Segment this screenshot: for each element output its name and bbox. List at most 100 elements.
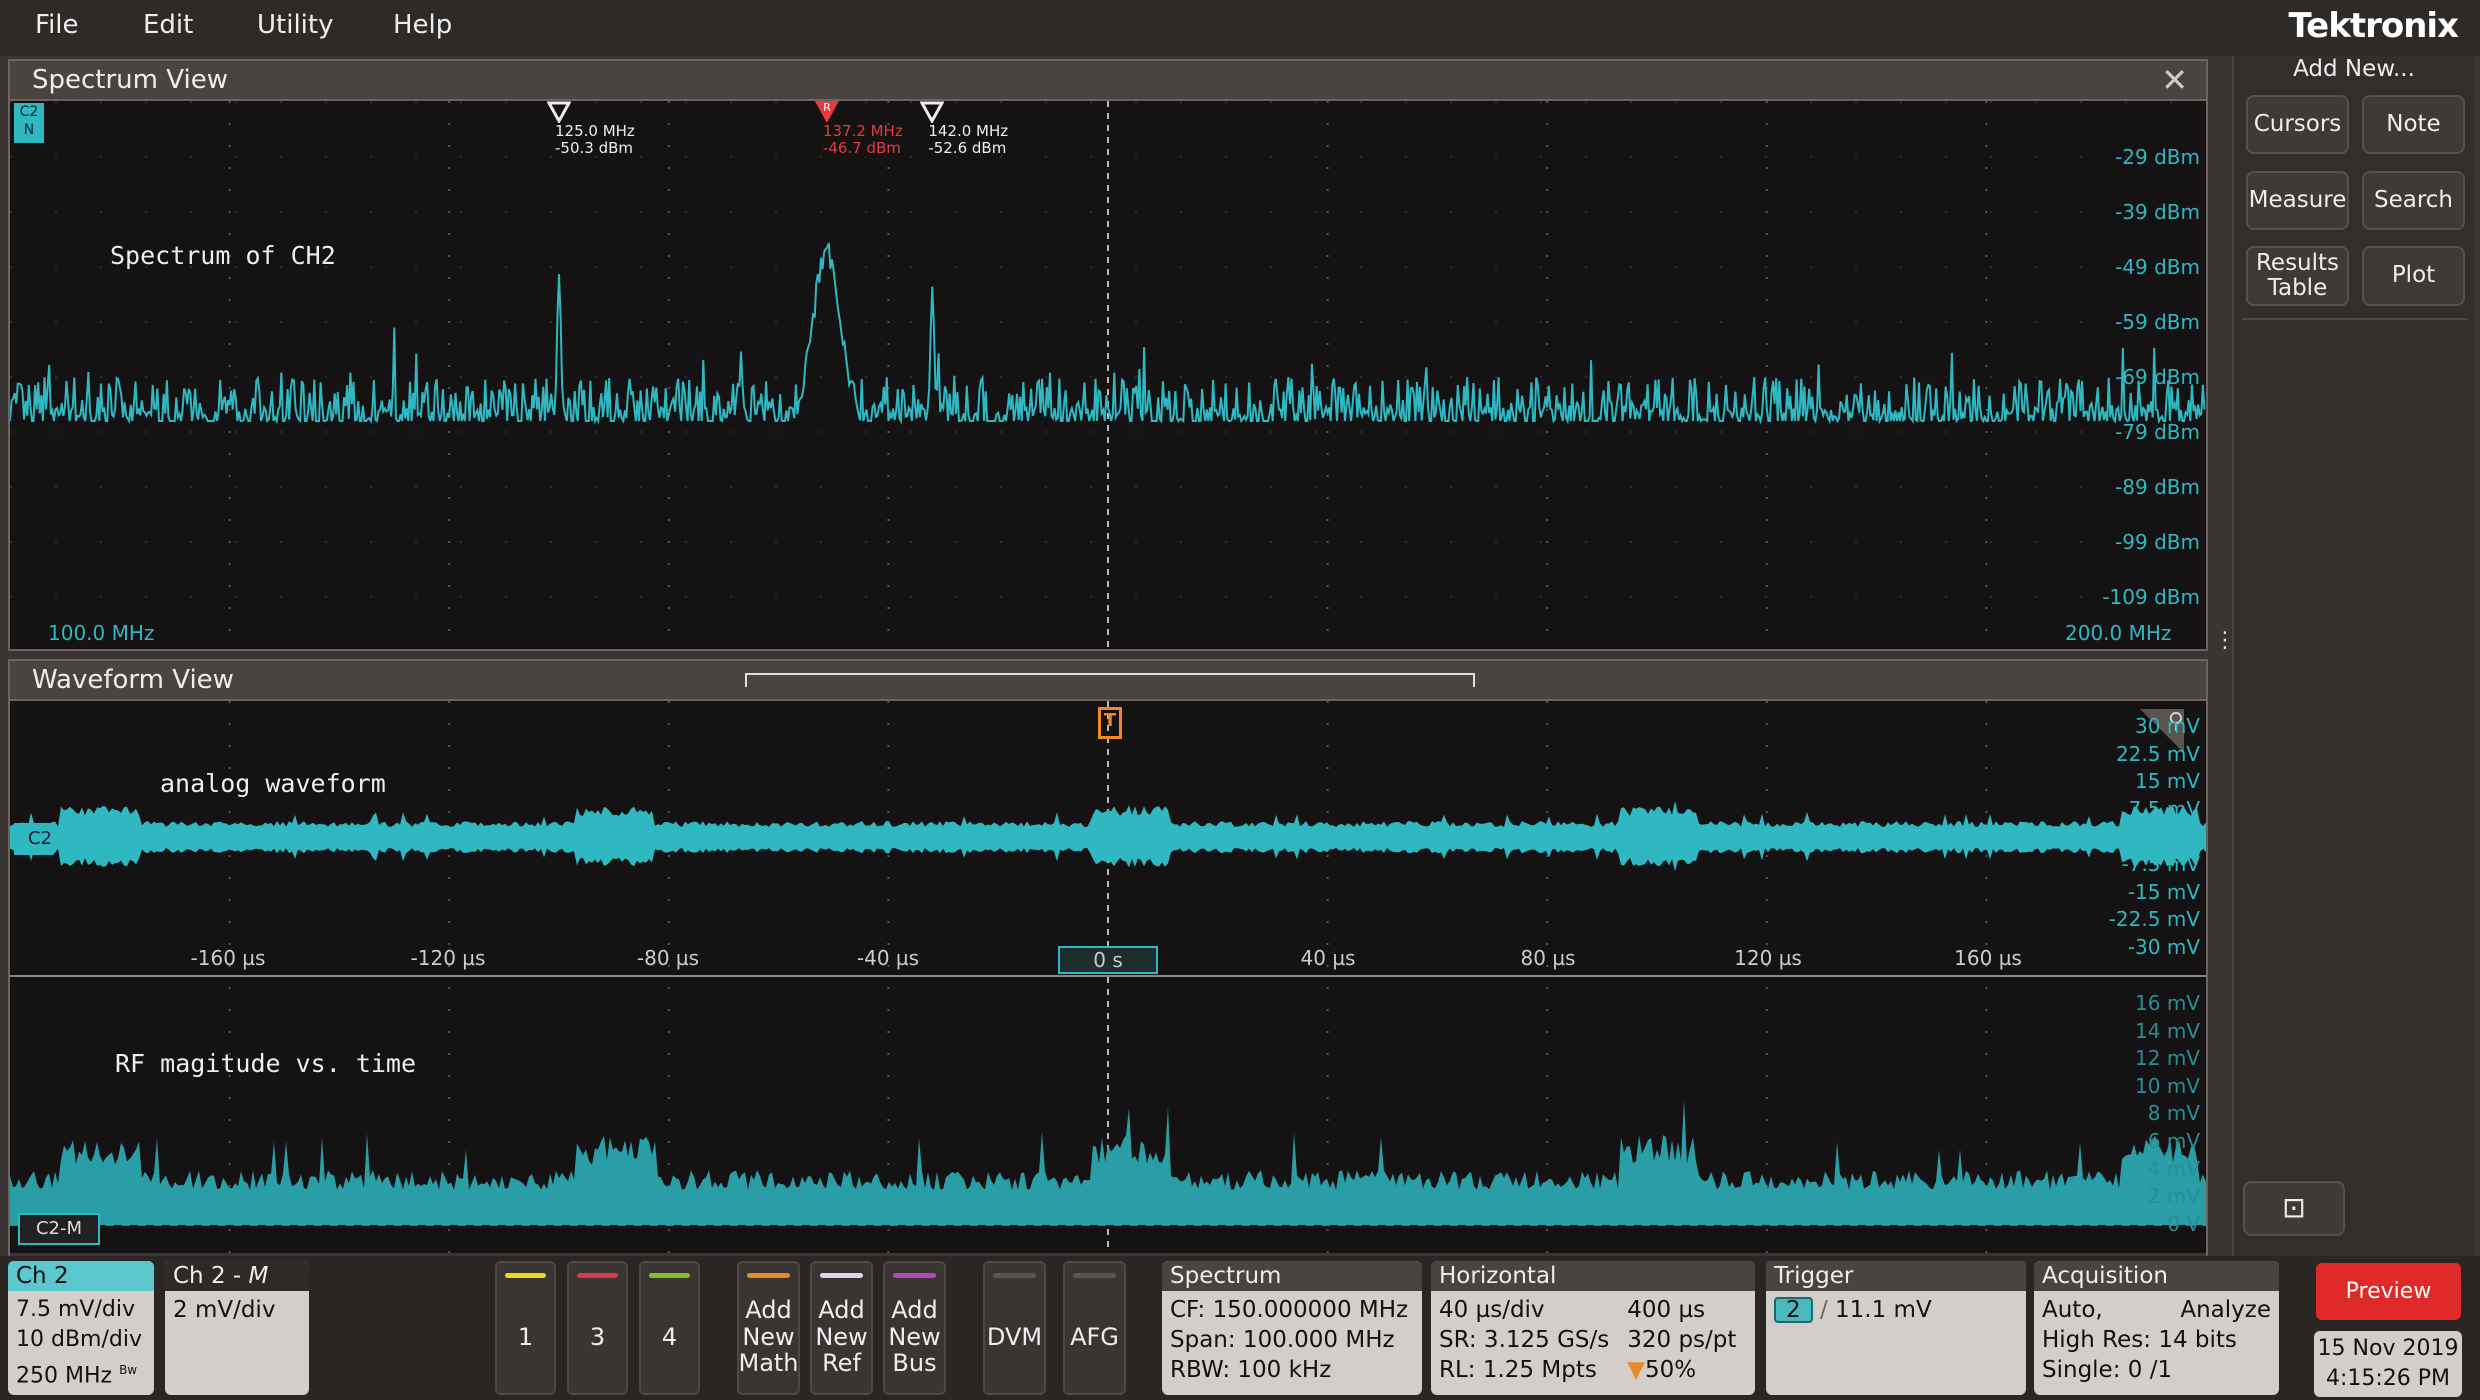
ch2-scale: 7.5 mV/div	[16, 1297, 135, 1322]
waveform-plot[interactable]: T analog waveform C2 RF magitude vs. tim…	[10, 701, 2206, 1253]
record-view-bar[interactable]	[745, 673, 1475, 687]
results-table-button[interactable]: Results Table	[2246, 246, 2349, 306]
trigger-position: 50%	[1644, 1357, 1697, 1383]
marker-triangle-icon	[919, 101, 945, 125]
time-label: 160 µs	[1954, 946, 2022, 970]
trigger-marker[interactable]: T	[1098, 707, 1122, 739]
cursors-button[interactable]: Cursors	[2246, 95, 2349, 154]
waveform-view-title: Waveform View	[32, 665, 234, 695]
y-axis-label: -109 dBm	[2102, 585, 2200, 609]
rf-label: RF magitude vs. time	[115, 1049, 417, 1078]
channel-1-button[interactable]: 1	[495, 1261, 556, 1395]
marker-2[interactable]: R 137.2 MHz -46.7 dBm	[814, 101, 903, 157]
button-label: Add New Math	[738, 1296, 799, 1378]
spectrum-plot[interactable]: C2 N Spectrum of CH2 100.0 MHz 200.0 MHz …	[10, 101, 2206, 649]
close-icon[interactable]: ✕	[2161, 61, 2188, 99]
date-time[interactable]: 15 Nov 2019 4:15:26 PM	[2314, 1331, 2462, 1397]
rf-y-label: 8 mV	[2147, 1101, 2200, 1126]
measure-button[interactable]: Measure	[2246, 171, 2349, 230]
spectrum-settings[interactable]: Spectrum CF: 150.000000 MHz Span: 100.000…	[1162, 1261, 1422, 1395]
menu-utility[interactable]: Utility	[257, 10, 333, 40]
analog-label: analog waveform	[160, 769, 386, 798]
sample-rate: SR: 3.125 GS/s	[1439, 1327, 1610, 1353]
ch2m-title-m: M	[248, 1263, 269, 1289]
dvm-button[interactable]: DVM	[983, 1261, 1046, 1395]
y-axis-label: -49 dBm	[2115, 255, 2200, 279]
preview-button[interactable]: Preview	[2316, 1263, 2461, 1320]
add-new-title: Add New...	[2293, 56, 2415, 82]
marker-level: -46.7 dBm	[822, 139, 901, 157]
ch2m-scale: 2 mV/div	[173, 1297, 276, 1323]
channel-badge[interactable]: C2 N	[14, 103, 44, 143]
y-axis-label: -99 dBm	[2115, 530, 2200, 554]
x-start-label: 100.0 MHz	[48, 621, 155, 645]
waveform-view: Waveform View T analog waveform C2 RF ma…	[8, 659, 2208, 1311]
acquisition-settings[interactable]: Acquisition Auto, Analyze High Res: 14 bit…	[2034, 1261, 2279, 1395]
analog-y-label: -7.5 mV	[2121, 852, 2200, 876]
ch2m-title: Ch 2 -	[173, 1263, 249, 1289]
add-new-ref-button[interactable]: Add New Ref	[810, 1261, 873, 1395]
zoom-icon[interactable]: ⊡	[2243, 1181, 2345, 1236]
color-bar	[1073, 1273, 1116, 1278]
menu-file[interactable]: File	[35, 10, 79, 40]
panel-resize-handle[interactable]: ⋮	[2214, 630, 2236, 652]
button-label: 4	[661, 1322, 678, 1351]
horizontal-settings[interactable]: Horizontal 40 µs/div SR: 3.125 GS/s RL: 1.…	[1431, 1261, 1755, 1395]
y-axis-label: -29 dBm	[2115, 145, 2200, 169]
plot-button[interactable]: Plot	[2362, 246, 2465, 306]
analog-y-label: 7.5 mV	[2128, 796, 2200, 821]
ch2-bandwidth: 250 MHz	[16, 1363, 113, 1389]
search-button[interactable]: Search	[2362, 171, 2465, 230]
waveform-view-header: Waveform View	[10, 661, 2206, 701]
color-bar	[577, 1273, 618, 1278]
y-axis-label: -39 dBm	[2115, 200, 2200, 224]
color-bar	[820, 1273, 863, 1278]
analog-y-label: 30 mV	[2135, 714, 2200, 738]
button-label: AFG	[1070, 1322, 1119, 1351]
x-end-label: 200.0 MHz	[2065, 621, 2172, 645]
workspace: Spectrum View ✕ C2 N Spectrum of CH2 100.…	[0, 56, 2480, 1311]
afg-button[interactable]: AFG	[1063, 1261, 1126, 1395]
rf-y-label: 0 V	[2167, 1211, 2200, 1236]
color-bar	[747, 1273, 790, 1278]
spectrum-view-title: Spectrum View	[32, 65, 228, 95]
trigger-title: Trigger	[1766, 1261, 2026, 1291]
time-label: -120 µs	[410, 946, 486, 970]
add-new-bus-button[interactable]: Add New Bus	[883, 1261, 946, 1395]
time-label: -160 µs	[190, 946, 266, 970]
rising-edge-icon: /	[1819, 1297, 1828, 1323]
channel-4-button[interactable]: 4	[639, 1261, 700, 1395]
rf-y-label: 4 mV	[2147, 1156, 2200, 1181]
rf-y-label: 6 mV	[2147, 1129, 2200, 1153]
color-bar	[649, 1273, 690, 1278]
divider	[2242, 318, 2468, 320]
trigger-settings[interactable]: Trigger 2 / 11.1 mV	[1766, 1261, 2026, 1395]
ch2-math-badge[interactable]: Ch 2 - M 2 mV/div	[165, 1261, 309, 1395]
button-label: DVM	[986, 1322, 1043, 1351]
spectrum-view: Spectrum View ✕ C2 N Spectrum of CH2 100.…	[8, 59, 2208, 651]
ch2-badge[interactable]: Ch 2 7.5 mV/div 10 dBm/div 250 MHz Bw	[8, 1261, 154, 1395]
time-label: 80 µs	[1520, 946, 1576, 970]
marker-frequency: 125.0 MHz	[555, 122, 635, 140]
marker-triangle-icon	[546, 101, 572, 125]
time-label: -40 µs	[856, 946, 920, 970]
rf-y-label: 14 mV	[2135, 1018, 2200, 1043]
marker-3[interactable]: 142.0 MHz -52.6 dBm	[919, 101, 1008, 157]
marker-level: -52.6 dBm	[928, 139, 1007, 157]
channel-3-button[interactable]: 3	[567, 1261, 628, 1395]
tektronix-logo: Tektronix	[2288, 6, 2459, 46]
c2m-badge[interactable]: C2-M	[18, 1213, 100, 1245]
button-label: 1	[517, 1322, 534, 1351]
acq-mode: Auto,	[2042, 1297, 2103, 1323]
acq-count: Single: 0 /1	[2042, 1357, 2173, 1383]
bandwidth-limit-icon: Bw	[119, 1363, 138, 1377]
time-label: 40 µs	[1300, 946, 1356, 970]
add-new-math-button[interactable]: Add New Math	[737, 1261, 800, 1395]
menu-help[interactable]: Help	[393, 10, 452, 40]
note-button[interactable]: Note	[2362, 95, 2465, 154]
marker-1[interactable]: 125.0 MHz -50.3 dBm	[546, 101, 635, 157]
menu-edit[interactable]: Edit	[143, 10, 193, 40]
y-axis-label: -79 dBm	[2115, 420, 2200, 444]
analog-y-label: 0 V	[2167, 824, 2200, 849]
acquisition-title: Acquisition	[2034, 1261, 2279, 1291]
